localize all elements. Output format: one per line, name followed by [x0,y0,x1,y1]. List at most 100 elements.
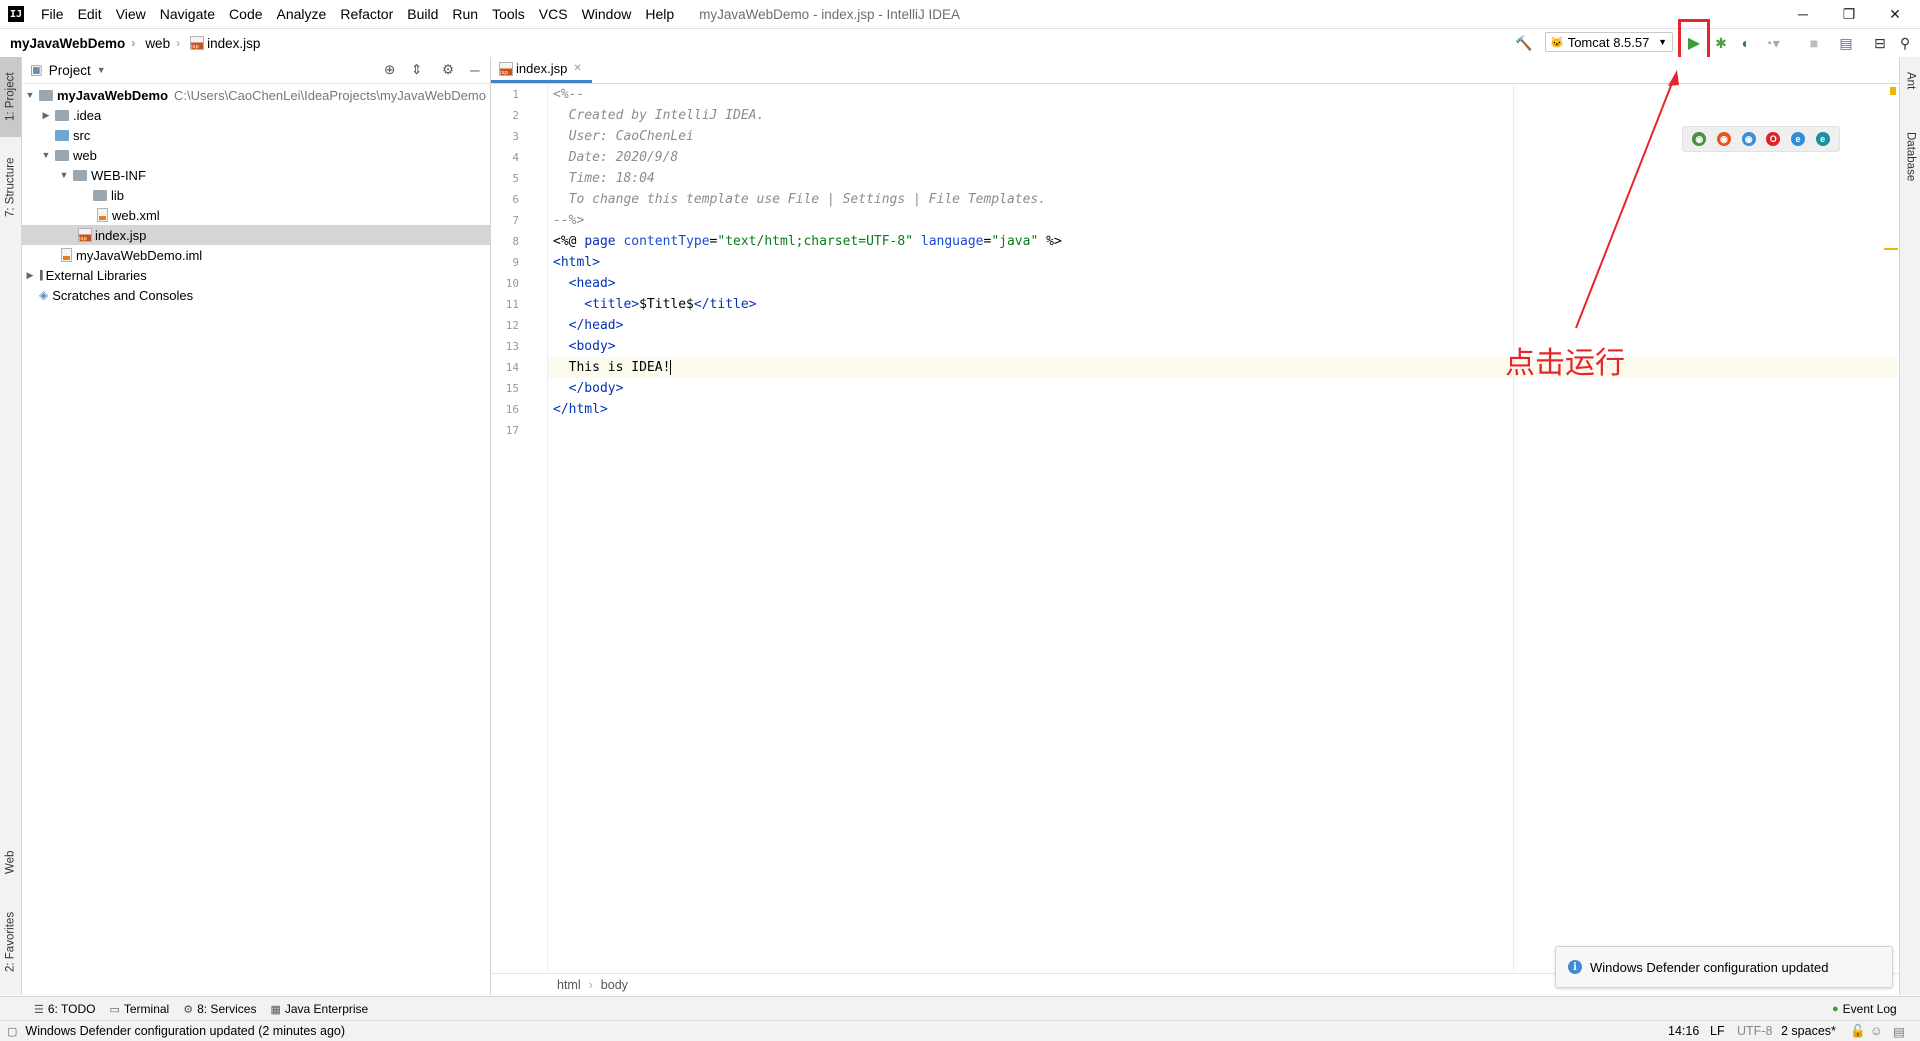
breadcrumb-project[interactable]: myJavaWebDemo › [10,36,135,51]
notification-balloon[interactable]: i Windows Defender configuration updated [1555,946,1893,988]
hide-panel-icon[interactable]: ─ [470,63,480,78]
menu-window[interactable]: Window [582,6,632,22]
tool-tab-todo[interactable]: ☰ 6: TODO [34,1002,95,1016]
close-icon[interactable]: ✕ [573,63,581,74]
project-panel-title[interactable]: Project [49,63,91,78]
expand-arrow-icon[interactable]: ▼ [58,170,70,180]
code-line: <%@ page contentType="text/html;charset=… [553,231,1062,252]
layout-icon[interactable]: ⊟ [1870,33,1890,53]
tree-item-web-xml[interactable]: web.xml [22,205,565,225]
menu-help[interactable]: Help [645,6,674,22]
tree-item-web-inf[interactable]: ▼ WEB-INF [22,165,526,185]
chrome-icon[interactable]: ◉ [1692,132,1707,146]
status-message[interactable]: Windows Defender configuration updated (… [25,1024,345,1038]
java-enterprise-icon: ▦ [270,1003,281,1016]
line-number: 1 [512,88,519,101]
inspector-icon[interactable]: ☺ [1870,1021,1883,1041]
tree-item-label: WEB-INF [91,167,146,183]
breadcrumb-web[interactable]: web › [145,36,180,51]
edge-icon[interactable]: e [1815,132,1830,146]
collapse-arrow-icon[interactable]: ▶ [24,270,36,281]
code-line: <title>$Title$</title> [553,294,756,315]
opera-icon[interactable]: O [1766,132,1781,146]
jsp-file-icon [499,61,513,76]
tool-tab-event-log[interactable]: ● Event Log [1832,1002,1897,1016]
tool-tab-favorites[interactable]: 2: Favorites [0,897,21,987]
tool-tab-database[interactable]: Database [1900,117,1920,197]
ie-icon[interactable]: e [1790,132,1805,146]
code-token: This is IDEA! [553,360,671,375]
debug-icon[interactable]: ✱ [1711,33,1731,53]
breadcrumb-project-label: myJavaWebDemo [10,35,126,51]
tool-tab-web[interactable]: Web [0,837,21,887]
expand-arrow-icon[interactable]: ▼ [40,150,52,160]
breadcrumb-file[interactable]: index.jsp [190,36,260,51]
menu-build[interactable]: Build [407,6,438,22]
breadcrumb-file-label: index.jsp [207,35,261,51]
tool-tab-services[interactable]: ⚙ 8: Services [183,1002,256,1016]
tree-item-index-jsp[interactable]: index.jsp [22,225,546,245]
stop-icon[interactable]: ■ [1804,33,1824,53]
memory-icon[interactable]: ▤ [1893,1021,1905,1041]
status-toggle-icon[interactable]: ▢ [7,1025,17,1038]
tree-item-project-root[interactable]: ▼ myJavaWebDemo C:\Users\CaoChenLei\Idea… [22,85,492,105]
tree-item-src[interactable]: src [22,125,523,145]
caret-position[interactable]: 14:16 [1668,1021,1699,1041]
menu-view[interactable]: View [116,6,146,22]
collapse-all-icon[interactable]: ⇕ [411,62,422,78]
chevron-down-icon[interactable]: ▼ [97,65,106,75]
restore-button[interactable]: ❐ [1826,2,1872,26]
tree-item-idea[interactable]: ▶ .idea [22,105,508,125]
lock-icon[interactable]: 🔓 [1850,1021,1866,1041]
run-configuration-select[interactable]: 🐱 Tomcat 8.5.57 ▼ [1545,32,1673,52]
breadcrumb-html[interactable]: html [557,978,581,992]
tool-tab-java-enterprise[interactable]: ▦ Java Enterprise [270,1002,368,1016]
menu-file[interactable]: File [41,6,64,22]
expand-arrow-icon[interactable]: ▼ [24,90,36,100]
menu-run[interactable]: Run [452,6,478,22]
coverage-icon[interactable]: ◐ [1736,33,1756,53]
tool-tab-terminal[interactable]: ▭ Terminal [109,1002,169,1016]
line-number: 12 [505,319,519,332]
indent-setting[interactable]: 2 spaces* [1781,1021,1836,1041]
line-separator[interactable]: LF [1710,1021,1725,1041]
menu-code[interactable]: Code [229,6,262,22]
line-number: 2 [512,109,519,122]
firefox-icon[interactable]: ◉ [1716,132,1731,146]
profile-icon[interactable]: ◔▾ [1762,33,1782,53]
tool-tab-ant[interactable]: Ant [1900,61,1920,101]
line-number: 4 [512,151,519,164]
close-button[interactable]: ✕ [1872,2,1918,26]
project-root-label: myJavaWebDemo [57,87,169,103]
safari-icon[interactable]: ◉ [1741,132,1756,146]
warning-marker[interactable] [1890,87,1896,95]
tool-tab-event-log-label: Event Log [1842,1002,1897,1016]
annotation-arrow [1575,70,1679,329]
tree-item-scratches[interactable]: ◈ Scratches and Consoles [22,285,507,305]
code-editor[interactable]: <%-- Created by IntelliJ IDEA. User: Cao… [548,84,1899,972]
tree-item-external-libraries[interactable]: ▶ ||| External Libraries [22,265,492,285]
menu-edit[interactable]: Edit [78,6,102,22]
build-hammer-icon[interactable]: 🔨 [1514,33,1534,53]
gear-icon[interactable]: ⚙ [442,62,454,78]
menu-refactor[interactable]: Refactor [340,6,393,22]
tab-index-jsp[interactable]: index.jsp ✕ [491,57,592,83]
scroll-marker[interactable] [1884,248,1898,250]
menu-analyze[interactable]: Analyze [277,6,327,22]
search-icon[interactable]: ⚲ [1895,33,1915,53]
tree-item-web[interactable]: ▼ web [22,145,508,165]
file-encoding[interactable]: UTF-8 [1737,1021,1772,1041]
menu-navigate[interactable]: Navigate [160,6,215,22]
menu-tools[interactable]: Tools [492,6,525,22]
tree-item-iml[interactable]: myJavaWebDemo.iml [22,245,529,265]
collapse-arrow-icon[interactable]: ▶ [40,110,52,121]
project-structure-icon[interactable]: ▤ [1836,33,1856,53]
tool-tab-structure[interactable]: 7: Structure [0,147,21,227]
locate-icon[interactable]: ⊕ [384,62,395,78]
tree-item-lib[interactable]: lib [22,185,561,205]
minimize-button[interactable]: ─ [1780,2,1826,26]
tree-item-label: Scratches and Consoles [52,287,194,303]
menu-vcs[interactable]: VCS [539,6,568,22]
breadcrumb-body[interactable]: body [601,978,628,992]
tool-tab-project[interactable]: 1: Project [0,57,21,137]
